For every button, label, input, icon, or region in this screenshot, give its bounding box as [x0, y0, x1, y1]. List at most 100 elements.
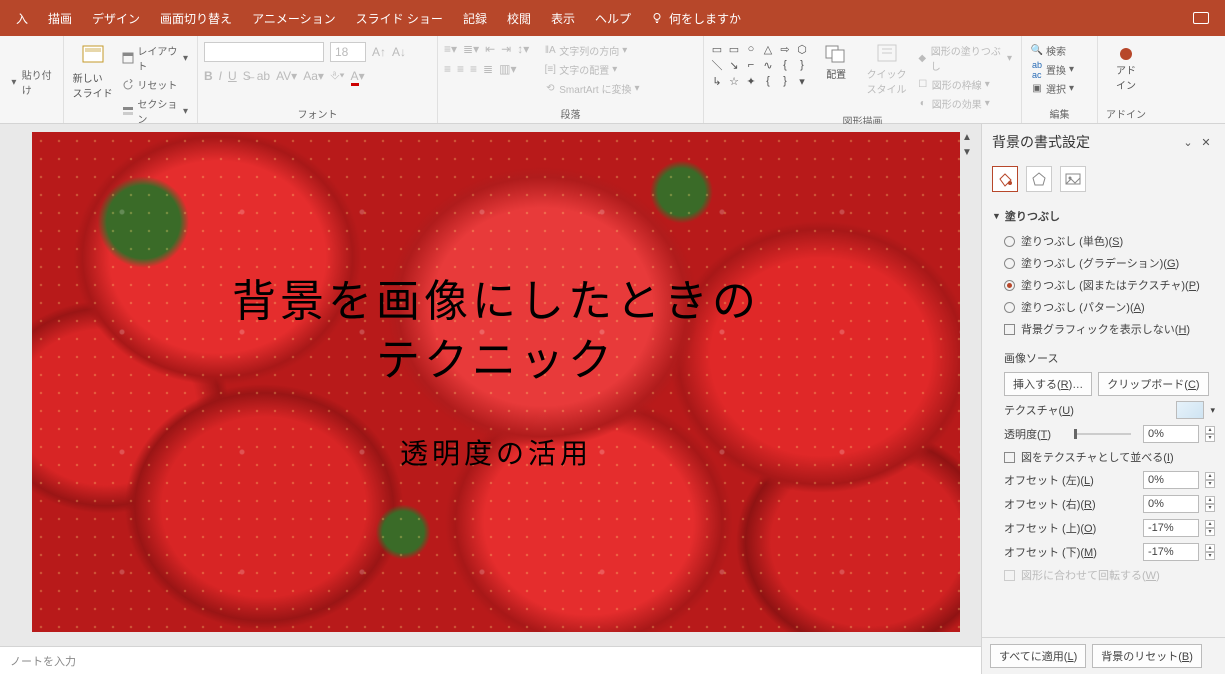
texture-picker[interactable] [1176, 401, 1204, 419]
find-button[interactable]: 🔍検索 [1028, 42, 1077, 59]
tab-record[interactable]: 記録 [453, 0, 497, 36]
indent-increase-button[interactable]: ⇥ [501, 42, 511, 56]
shape-effects-button[interactable]: ◐図形の効果▾ [914, 95, 1015, 112]
shape-callout-icon[interactable]: ✦ [744, 74, 758, 88]
shape-star-icon[interactable]: ☆ [727, 74, 741, 88]
decrease-font-button[interactable]: A↓ [392, 45, 406, 59]
notes-pane[interactable]: ノートを入力 [0, 646, 981, 674]
shape-triangle-icon[interactable]: △ [761, 42, 775, 56]
fill-picture-radio[interactable]: 塗りつぶし (図またはテクスチャ)(P) [992, 274, 1215, 296]
shapes-gallery[interactable]: ▭▭○△⇨⬡ ＼↘⌐∿{} ↳☆✦{}▾ [710, 38, 809, 88]
replace-button[interactable]: abac置換▾ [1028, 61, 1077, 78]
shape-oval-icon[interactable]: ○ [744, 42, 758, 56]
tab-transitions[interactable]: 画面切り替え [150, 0, 242, 36]
panel-tab-picture[interactable] [1060, 166, 1086, 192]
slide-title-text[interactable]: 背景を画像にしたときの テクニック [32, 272, 960, 391]
char-spacing-button[interactable]: AV▾ [276, 69, 297, 83]
fill-solid-radio[interactable]: 塗りつぶし (単色)(S) [992, 230, 1215, 252]
tab-review[interactable]: 校閲 [497, 0, 541, 36]
fill-pattern-radio[interactable]: 塗りつぶし (パターン)(A) [992, 296, 1215, 318]
panel-options-icon[interactable]: ⌄ [1179, 136, 1197, 149]
offset-left-value[interactable]: 0% [1143, 471, 1199, 489]
text-direction-button[interactable]: ‖A文字列の方向▾ [541, 42, 642, 59]
transparency-down[interactable]: ▾ [1205, 434, 1215, 442]
new-slide-button[interactable]: 新しい スライド [70, 38, 115, 100]
tab-design[interactable]: デザイン [82, 0, 150, 36]
quick-styles-button[interactable]: クイック スタイル [863, 38, 909, 96]
paste-split[interactable]: ▾貼り付け [6, 66, 57, 98]
shape-line-icon[interactable]: ＼ [710, 58, 724, 72]
select-button[interactable]: ▣選択▾ [1028, 80, 1077, 97]
tab-insert-partial[interactable]: 入 [6, 0, 38, 36]
fit-down-icon[interactable]: ▼ [962, 147, 972, 158]
texture-dropdown-icon[interactable]: ▾ [1210, 405, 1215, 416]
panel-tab-effects[interactable] [1026, 166, 1052, 192]
shape-curve-icon[interactable]: ∿ [761, 58, 775, 72]
offset-left-down[interactable]: ▾ [1205, 480, 1215, 488]
section-button[interactable]: セクション▾ [119, 95, 191, 127]
offset-top-up[interactable]: ▴ [1205, 520, 1215, 528]
shape-connector-icon[interactable]: ↳ [710, 74, 724, 88]
tab-slideshow[interactable]: スライド ショー [346, 0, 453, 36]
highlight-button[interactable]: ⎀▾ [330, 68, 345, 83]
shape-arrow-icon[interactable]: ⇨ [778, 42, 792, 56]
change-case-button[interactable]: Aa▾ [303, 69, 324, 83]
shape-rect-icon[interactable]: ▭ [710, 42, 724, 56]
font-size-select[interactable]: 18 [330, 42, 366, 62]
tell-me-search[interactable]: 何をしますか [641, 10, 751, 27]
offset-top-down[interactable]: ▾ [1205, 528, 1215, 536]
slide-canvas[interactable]: 背景を画像にしたときの テクニック 透明度の活用 [32, 132, 960, 632]
offset-top-value[interactable]: -17% [1143, 519, 1199, 537]
offset-bottom-up[interactable]: ▴ [1205, 544, 1215, 552]
addins-button[interactable]: アド イン [1104, 38, 1148, 92]
underline-button[interactable]: U [228, 69, 237, 83]
shadow-button[interactable]: ab [257, 69, 270, 83]
tab-animations[interactable]: アニメーション [242, 0, 346, 36]
hide-bg-graphics-check[interactable]: 背景グラフィックを表示しない(H) [992, 318, 1215, 340]
offset-bottom-value[interactable]: -17% [1143, 543, 1199, 561]
shape-brace2-icon[interactable]: } [795, 58, 809, 72]
offset-right-value[interactable]: 0% [1143, 495, 1199, 513]
align-left-button[interactable]: ≡ [444, 62, 451, 76]
shape-line3-icon[interactable]: ⌐ [744, 58, 758, 72]
line-spacing-button[interactable]: ↕▾ [517, 42, 529, 56]
slide-subtitle-text[interactable]: 透明度の活用 [32, 432, 960, 472]
convert-smartart-button[interactable]: ⟲SmartArt に変換▾ [541, 80, 642, 97]
layout-button[interactable]: レイアウト▾ [119, 42, 191, 74]
reset-button[interactable]: リセット [119, 76, 191, 93]
panel-tab-fill[interactable] [992, 166, 1018, 192]
tab-view[interactable]: 表示 [541, 0, 585, 36]
offset-right-up[interactable]: ▴ [1205, 496, 1215, 504]
offset-right-down[interactable]: ▾ [1205, 504, 1215, 512]
strikethrough-button[interactable]: S̶ [243, 69, 251, 83]
transparency-slider[interactable] [1074, 433, 1132, 435]
shape-fill-button[interactable]: ◆図形の塗りつぶし▾ [914, 42, 1015, 74]
numbering-button[interactable]: ≣▾ [463, 42, 479, 56]
font-family-select[interactable] [204, 42, 324, 62]
italic-button[interactable]: I [219, 69, 222, 83]
offset-left-up[interactable]: ▴ [1205, 472, 1215, 480]
align-right-button[interactable]: ≡ [470, 62, 477, 76]
offset-bottom-down[interactable]: ▾ [1205, 552, 1215, 560]
columns-button[interactable]: ▥▾ [499, 62, 516, 76]
bold-button[interactable]: B [204, 69, 213, 83]
tile-as-texture-check[interactable]: 図をテクスチャとして並べる(I) [992, 446, 1215, 468]
present-icon[interactable] [1183, 0, 1219, 36]
align-center-button[interactable]: ≡ [457, 62, 464, 76]
shape-outline-button[interactable]: ☐図形の枠線▾ [914, 76, 1015, 93]
arrange-button[interactable]: 配置 [813, 38, 859, 81]
insert-picture-button[interactable]: 挿入する(R)… [1004, 372, 1092, 396]
shapes-more-icon[interactable]: ▾ [795, 74, 809, 88]
shape-hex-icon[interactable]: ⬡ [795, 42, 809, 56]
fit-up-icon[interactable]: ▲ [962, 132, 972, 143]
shape-brace-icon[interactable]: { [778, 58, 792, 72]
fill-gradient-radio[interactable]: 塗りつぶし (グラデーション)(G) [992, 252, 1215, 274]
tab-draw[interactable]: 描画 [38, 0, 82, 36]
transparency-up[interactable]: ▴ [1205, 426, 1215, 434]
panel-close-icon[interactable]: ✕ [1197, 136, 1215, 149]
apply-to-all-button[interactable]: すべてに適用(L) [990, 644, 1086, 668]
shape-rect2-icon[interactable]: ▭ [727, 42, 741, 56]
shape-line2-icon[interactable]: ↘ [727, 58, 741, 72]
indent-decrease-button[interactable]: ⇤ [485, 42, 495, 56]
increase-font-button[interactable]: A↑ [372, 45, 386, 59]
